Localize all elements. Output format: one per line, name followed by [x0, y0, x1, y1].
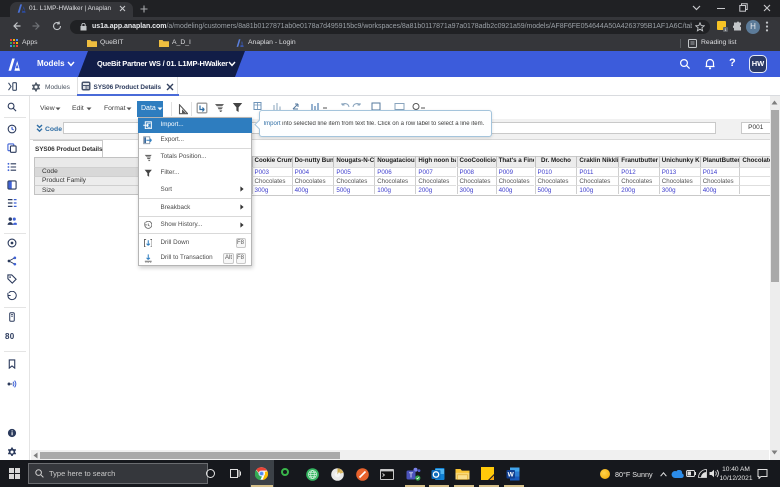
svg-text:T: T: [409, 472, 414, 479]
svg-text:W: W: [508, 472, 515, 479]
